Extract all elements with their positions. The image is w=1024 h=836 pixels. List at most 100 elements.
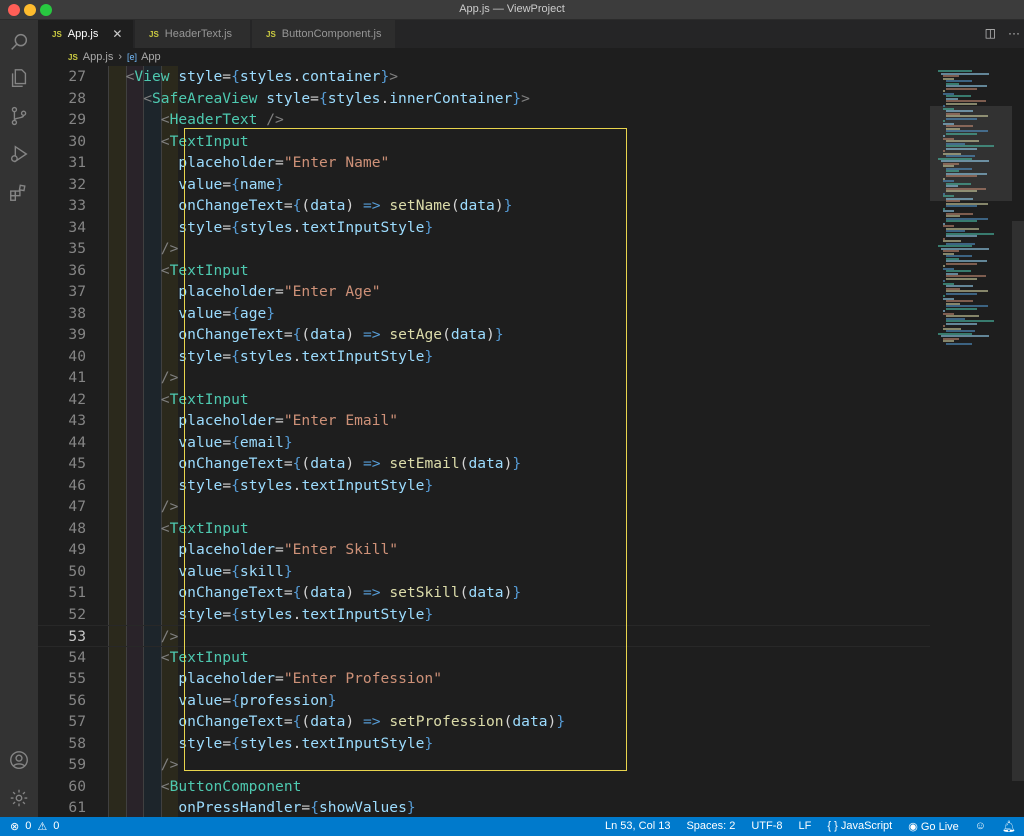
code-line[interactable]: 49 placeholder="Enter Skill" — [38, 539, 930, 561]
code-line[interactable]: 56 value={profession} — [38, 690, 930, 712]
code-line[interactable]: 37 placeholder="Enter Age" — [38, 281, 930, 303]
feedback-icon[interactable]: ☺ — [975, 820, 986, 833]
files-icon[interactable] — [7, 66, 31, 90]
code-line[interactable]: 42 <TextInput — [38, 389, 930, 411]
code-line[interactable]: 57 onChangeText={(data) => setProfession(… — [38, 711, 930, 733]
code-line[interactable]: 34 style={styles.textInputStyle} — [38, 217, 930, 239]
extensions-icon[interactable] — [7, 180, 31, 204]
line-number: 46 — [68, 476, 86, 494]
search-icon[interactable] — [7, 30, 31, 54]
split-editor-icon[interactable]: ◫ — [985, 26, 996, 40]
editor-actions: ◫ ··· — [985, 26, 1020, 40]
line-number: 27 — [68, 68, 86, 85]
code-line[interactable]: 28 <SafeAreaView style={styles.innerConta… — [38, 88, 930, 110]
breadcrumb-file[interactable]: App.js — [83, 51, 114, 63]
code-line[interactable]: 35 /> — [38, 238, 930, 260]
code-line[interactable]: 38 value={age} — [38, 303, 930, 325]
code-line[interactable]: 52 style={styles.textInputStyle} — [38, 604, 930, 626]
minimap-line — [945, 102, 978, 105]
minimap-line — [945, 175, 978, 177]
code-line[interactable]: 51 onChangeText={(data) => setSkill(data)… — [38, 582, 930, 604]
vertical-scrollbar[interactable] — [1012, 66, 1024, 817]
close-icon[interactable]: ✕ — [112, 27, 122, 41]
code-line[interactable]: 43 placeholder="Enter Email" — [38, 410, 930, 432]
line-number: 59 — [68, 756, 86, 773]
problems-indicator[interactable]: ⊗ 0 ⚠ 0 — [10, 820, 59, 833]
code-line[interactable]: 40 style={styles.textInputStyle} — [38, 346, 930, 368]
status-items: Ln 53, Col 13 Spaces: 2 UTF-8 LF { } Jav… — [605, 820, 1016, 833]
go-live-button[interactable]: ◉ Go Live — [908, 820, 959, 833]
language-label: JavaScript — [840, 820, 893, 832]
code-text: <View style={styles.container}> — [125, 68, 399, 85]
line-number: 44 — [68, 433, 86, 451]
line-number: 42 — [68, 390, 86, 408]
code-line[interactable]: 54 <TextInput — [38, 647, 930, 669]
source-control-icon[interactable] — [7, 104, 31, 128]
line-number: 28 — [68, 89, 86, 107]
notifications-bell-icon[interactable]: 🔔︎ — [1002, 820, 1016, 833]
line-number: 39 — [68, 326, 86, 343]
code-line[interactable]: 45 onChangeText={(data) => setEmail(data)… — [38, 453, 930, 475]
code-line[interactable]: 36 <TextInput — [38, 260, 930, 282]
line-number: 29 — [68, 111, 86, 128]
code-line[interactable]: 48 <TextInput — [38, 518, 930, 540]
tab-buttoncomponent-js[interactable]: JS ButtonComponent.js — [252, 20, 396, 48]
code-line[interactable]: 33 onChangeText={(data) => setName(data)} — [38, 195, 930, 217]
code-line[interactable]: 29 <HeaderText /> — [38, 109, 930, 131]
warning-icon: ⚠ — [37, 821, 48, 833]
braces-icon: { } — [827, 820, 838, 832]
indentation[interactable]: Spaces: 2 — [686, 820, 735, 833]
code-line[interactable]: 59 /> — [38, 754, 930, 776]
code-line[interactable]: 44 value={email} — [38, 432, 930, 454]
settings-gear-icon[interactable] — [7, 786, 31, 810]
code-line[interactable]: 31 placeholder="Enter Name" — [38, 152, 930, 174]
line-number: 37 — [68, 283, 86, 300]
code-text: placeholder="Enter Name" — [178, 154, 390, 171]
js-file-icon: JS — [68, 52, 78, 62]
line-number: 49 — [68, 541, 86, 558]
code-text: /> — [160, 369, 179, 386]
code-line[interactable]: 27 <View style={styles.container}> — [38, 66, 930, 88]
line-number: 53 — [68, 628, 86, 645]
scrollbar-thumb[interactable] — [1012, 221, 1024, 781]
line-number: 55 — [68, 670, 86, 687]
code-line[interactable]: 46 style={styles.textInputStyle} — [38, 475, 930, 497]
code-line[interactable]: 30 <TextInput — [38, 131, 930, 153]
status-bar: ⊗ 0 ⚠ 0 Ln 53, Col 13 Spaces: 2 UTF-8 LF… — [0, 817, 1024, 836]
line-number: 47 — [68, 498, 86, 515]
activity-bar — [0, 20, 38, 817]
more-actions-icon[interactable]: ··· — [1008, 26, 1020, 40]
tab-app-js[interactable]: JS App.js ✕ — [38, 20, 134, 48]
code-line[interactable]: 58 style={styles.textInputStyle} — [38, 733, 930, 755]
tab-label: HeaderText.js — [164, 28, 233, 40]
breadcrumb-symbol[interactable]: App — [141, 51, 161, 63]
breadcrumb: JS App.js › [e] App — [38, 48, 1024, 66]
line-number: 34 — [68, 218, 86, 236]
code-line[interactable]: 60 <ButtonComponent — [38, 776, 930, 798]
end-of-line[interactable]: LF — [799, 820, 812, 833]
code-line[interactable]: 32 value={name} — [38, 174, 930, 196]
code-editor[interactable]: 27 <View style={styles.container}> 28 <Safe… — [38, 66, 1024, 817]
run-debug-icon[interactable] — [7, 142, 31, 166]
code-line[interactable]: 47 /> — [38, 496, 930, 518]
code-line[interactable]: 41 /> — [38, 367, 930, 389]
code-line[interactable]: 39 onChangeText={(data) => setAge(data)} — [38, 324, 930, 346]
window-title: App.js — ViewProject — [459, 3, 565, 15]
minimap[interactable] — [930, 66, 1012, 817]
tab-headertext-js[interactable]: JS HeaderText.js — [135, 20, 251, 48]
cursor-position[interactable]: Ln 53, Col 13 — [605, 820, 670, 833]
minimap-line — [945, 292, 978, 295]
code-text: style={styles.textInputStyle} — [178, 347, 434, 365]
error-count: 0 — [25, 820, 32, 832]
code-text: value={name} — [178, 175, 284, 193]
code-text: <SafeAreaView style={styles.innerContain… — [143, 89, 530, 107]
encoding[interactable]: UTF-8 — [751, 820, 782, 833]
code-line[interactable]: 61 onPressHandler={showValues} — [38, 797, 930, 819]
code-text: onChangeText={(data) => setName(data)} — [178, 197, 513, 214]
code-line[interactable]: 55 placeholder="Enter Profession" — [38, 668, 930, 690]
code-line[interactable]: 53 /> — [38, 625, 930, 647]
code-line[interactable]: 50 value={skill} — [38, 561, 930, 583]
code-text: onPressHandler={showValues} — [178, 799, 416, 816]
language-mode[interactable]: { } JavaScript — [827, 820, 892, 833]
account-icon[interactable] — [7, 748, 31, 772]
